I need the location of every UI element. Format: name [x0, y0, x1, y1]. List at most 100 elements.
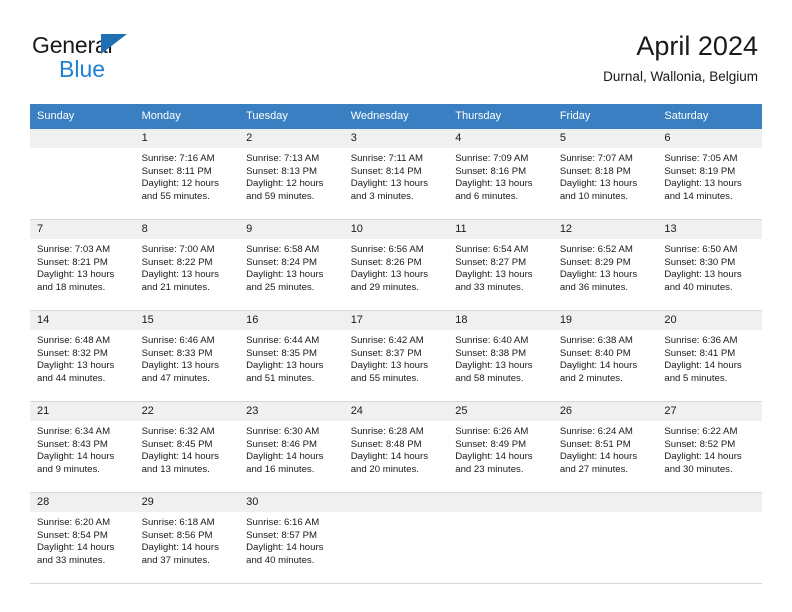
day-details: Sunrise: 7:11 AM Sunset: 8:14 PM Daylight:…: [344, 148, 449, 203]
sunset-text: Sunset: 8:13 PM: [246, 165, 318, 177]
daylight-text-line2: and 51 minutes.: [246, 372, 315, 384]
sunrise-text: Sunrise: 6:40 AM: [455, 335, 529, 346]
calendar-week-row: 14 Sunrise: 6:48 AM Sunset: 8:32 PM Dayligh…: [30, 310, 762, 402]
calendar-day-cell[interactable]: 17 Sunrise: 6:42 AM Sunset: 8:37 PM Dayligh…: [343, 310, 449, 402]
calendar-day-cell[interactable]: 29 Sunrise: 6:18 AM Sunset: 8:56 PM Dayligh…: [134, 492, 240, 584]
day-number: [657, 493, 762, 512]
calendar-day-cell[interactable]: 23 Sunrise: 6:30 AM Sunset: 8:46 PM Dayligh…: [239, 401, 344, 493]
day-details: Sunrise: 6:28 AM Sunset: 8:48 PM Daylight:…: [344, 421, 449, 476]
calendar-day-cell[interactable]: 24 Sunrise: 6:28 AM Sunset: 8:48 PM Dayligh…: [343, 401, 449, 493]
sunset-text: Sunset: 8:41 PM: [664, 347, 736, 359]
day-number: 8: [134, 220, 240, 239]
calendar-day-cell-empty: [657, 492, 762, 584]
daylight-text-line1: Daylight: 13 hours: [37, 269, 115, 281]
day-number: 2: [239, 129, 344, 148]
sunrise-text: Sunrise: 6:52 AM: [559, 244, 633, 255]
daylight-text-line2: and 59 minutes.: [246, 190, 315, 202]
day-details: Sunrise: 6:52 AM Sunset: 8:29 PM Daylight:…: [553, 239, 658, 294]
sunrise-text: Sunrise: 6:58 AM: [246, 244, 320, 255]
sunset-text: Sunset: 8:35 PM: [246, 347, 318, 359]
calendar-day-cell[interactable]: 4 Sunrise: 7:09 AM Sunset: 8:16 PM Daylight…: [448, 128, 553, 220]
day-number: 16: [239, 311, 344, 330]
sunset-text: Sunset: 8:30 PM: [664, 256, 736, 268]
sunrise-text: Sunrise: 7:07 AM: [559, 153, 633, 164]
daylight-text-line1: Daylight: 13 hours: [455, 360, 533, 372]
calendar-day-cell[interactable]: 18 Sunrise: 6:40 AM Sunset: 8:38 PM Dayligh…: [448, 310, 553, 402]
daylight-text-line1: Daylight: 14 hours: [350, 451, 429, 463]
day-number: [448, 493, 553, 512]
day-details: Sunrise: 6:42 AM Sunset: 8:37 PM Daylight:…: [344, 330, 449, 385]
calendar-day-cell[interactable]: 16 Sunrise: 6:44 AM Sunset: 8:35 PM Dayligh…: [239, 310, 344, 402]
brand-logo[interactable]: General Blue: [32, 32, 232, 84]
sunrise-text: Sunrise: 6:54 AM: [455, 244, 529, 255]
day-number: 23: [239, 402, 344, 421]
daylight-text-line2: and 6 minutes.: [455, 190, 519, 202]
sunset-text: Sunset: 8:33 PM: [141, 347, 213, 359]
day-number: 11: [448, 220, 553, 239]
sunrise-text: Sunrise: 6:22 AM: [664, 426, 738, 437]
calendar-day-cell[interactable]: 1 Sunrise: 7:16 AM Sunset: 8:11 PM Daylight…: [134, 128, 240, 220]
calendar-day-cell[interactable]: 2 Sunrise: 7:13 AM Sunset: 8:13 PM Daylight…: [239, 128, 344, 220]
day-number: [30, 129, 135, 148]
day-number: 28: [30, 493, 135, 512]
day-number: 12: [552, 220, 658, 239]
calendar-day-cell[interactable]: 12 Sunrise: 6:52 AM Sunset: 8:29 PM Dayligh…: [552, 219, 658, 311]
day-number: 5: [552, 129, 658, 148]
calendar-day-cell-empty: [343, 492, 449, 584]
sunrise-text: Sunrise: 6:42 AM: [350, 335, 424, 346]
calendar-day-cell[interactable]: 11 Sunrise: 6:54 AM Sunset: 8:27 PM Dayligh…: [448, 219, 553, 311]
day-details: Sunrise: 6:40 AM Sunset: 8:38 PM Daylight:…: [448, 330, 553, 385]
brand-triangle-icon: [101, 34, 127, 54]
daylight-text-line1: Daylight: 14 hours: [455, 451, 533, 463]
calendar-table: Sunday Monday Tuesday Wednesday Thursday…: [30, 104, 762, 584]
sunset-text: Sunset: 8:14 PM: [350, 165, 422, 177]
calendar-day-cell[interactable]: 19 Sunrise: 6:38 AM Sunset: 8:40 PM Dayligh…: [552, 310, 658, 402]
calendar-day-cell[interactable]: 20 Sunrise: 6:36 AM Sunset: 8:41 PM Dayligh…: [657, 310, 762, 402]
day-number: 20: [657, 311, 762, 330]
calendar-day-cell[interactable]: 14 Sunrise: 6:48 AM Sunset: 8:32 PM Dayligh…: [30, 310, 135, 402]
calendar-day-cell[interactable]: 8 Sunrise: 7:00 AM Sunset: 8:22 PM Daylight…: [134, 219, 240, 311]
day-details: Sunrise: 6:36 AM Sunset: 8:41 PM Daylight:…: [657, 330, 762, 385]
daylight-text-line1: Daylight: 13 hours: [455, 269, 533, 281]
sunrise-text: Sunrise: 6:50 AM: [664, 244, 738, 255]
calendar-day-cell[interactable]: 22 Sunrise: 6:32 AM Sunset: 8:45 PM Dayligh…: [134, 401, 240, 493]
sunset-text: Sunset: 8:18 PM: [559, 165, 631, 177]
day-details: Sunrise: 7:13 AM Sunset: 8:13 PM Daylight:…: [239, 148, 344, 203]
calendar-day-cell[interactable]: 25 Sunrise: 6:26 AM Sunset: 8:49 PM Dayligh…: [448, 401, 553, 493]
calendar-day-cell[interactable]: 6 Sunrise: 7:05 AM Sunset: 8:19 PM Daylight…: [657, 128, 762, 220]
daylight-text-line2: and 40 minutes.: [664, 281, 733, 293]
daylight-text-line2: and 25 minutes.: [246, 281, 315, 293]
calendar-day-cell[interactable]: 28 Sunrise: 6:20 AM Sunset: 8:54 PM Dayligh…: [30, 492, 135, 584]
daylight-text-line2: and 27 minutes.: [559, 463, 629, 475]
calendar-page: General Blue April 2024 Durnal, Wallonia…: [0, 0, 792, 612]
calendar-day-cell[interactable]: 30 Sunrise: 6:16 AM Sunset: 8:57 PM Dayligh…: [239, 492, 344, 584]
sunrise-text: Sunrise: 6:48 AM: [37, 335, 111, 346]
day-details: Sunrise: 7:05 AM Sunset: 8:19 PM Daylight:…: [657, 148, 762, 203]
calendar-day-cell[interactable]: 21 Sunrise: 6:34 AM Sunset: 8:43 PM Dayligh…: [30, 401, 135, 493]
daylight-text-line2: and 44 minutes.: [37, 372, 106, 384]
daylight-text-line2: and 14 minutes.: [664, 190, 733, 202]
sunrise-text: Sunrise: 7:03 AM: [37, 244, 111, 255]
day-details: Sunrise: 7:00 AM Sunset: 8:22 PM Daylight:…: [135, 239, 240, 294]
calendar-day-cell[interactable]: 15 Sunrise: 6:46 AM Sunset: 8:33 PM Dayligh…: [134, 310, 240, 402]
calendar-day-cell[interactable]: 9 Sunrise: 6:58 AM Sunset: 8:24 PM Daylight…: [239, 219, 344, 311]
daylight-text-line1: Daylight: 13 hours: [141, 269, 219, 281]
sunset-text: Sunset: 8:11 PM: [141, 165, 212, 177]
sunset-text: Sunset: 8:54 PM: [37, 529, 108, 541]
daylight-text-line1: Daylight: 13 hours: [664, 269, 742, 281]
sunset-text: Sunset: 8:27 PM: [455, 256, 527, 268]
calendar-day-cell[interactable]: 5 Sunrise: 7:07 AM Sunset: 8:18 PM Daylight…: [552, 128, 658, 220]
daylight-text-line2: and 10 minutes.: [559, 190, 629, 202]
calendar-week-row: 21 Sunrise: 6:34 AM Sunset: 8:43 PM Dayligh…: [30, 401, 762, 493]
sunrise-text: Sunrise: 6:32 AM: [141, 426, 215, 437]
sunrise-text: Sunrise: 7:00 AM: [141, 244, 215, 255]
calendar-day-cell[interactable]: 27 Sunrise: 6:22 AM Sunset: 8:52 PM Dayligh…: [657, 401, 762, 493]
calendar-day-cell[interactable]: 13 Sunrise: 6:50 AM Sunset: 8:30 PM Dayligh…: [657, 219, 762, 311]
calendar-day-cell[interactable]: 10 Sunrise: 6:56 AM Sunset: 8:26 PM Dayligh…: [343, 219, 449, 311]
calendar-day-cell[interactable]: 3 Sunrise: 7:11 AM Sunset: 8:14 PM Daylight…: [343, 128, 449, 220]
calendar-day-cell[interactable]: 7 Sunrise: 7:03 AM Sunset: 8:21 PM Daylight…: [30, 219, 135, 311]
page-subtitle: Durnal, Wallonia, Belgium: [603, 69, 758, 84]
day-number: 29: [134, 493, 240, 512]
calendar-day-cell[interactable]: 26 Sunrise: 6:24 AM Sunset: 8:51 PM Dayligh…: [552, 401, 658, 493]
sunset-text: Sunset: 8:37 PM: [350, 347, 422, 359]
